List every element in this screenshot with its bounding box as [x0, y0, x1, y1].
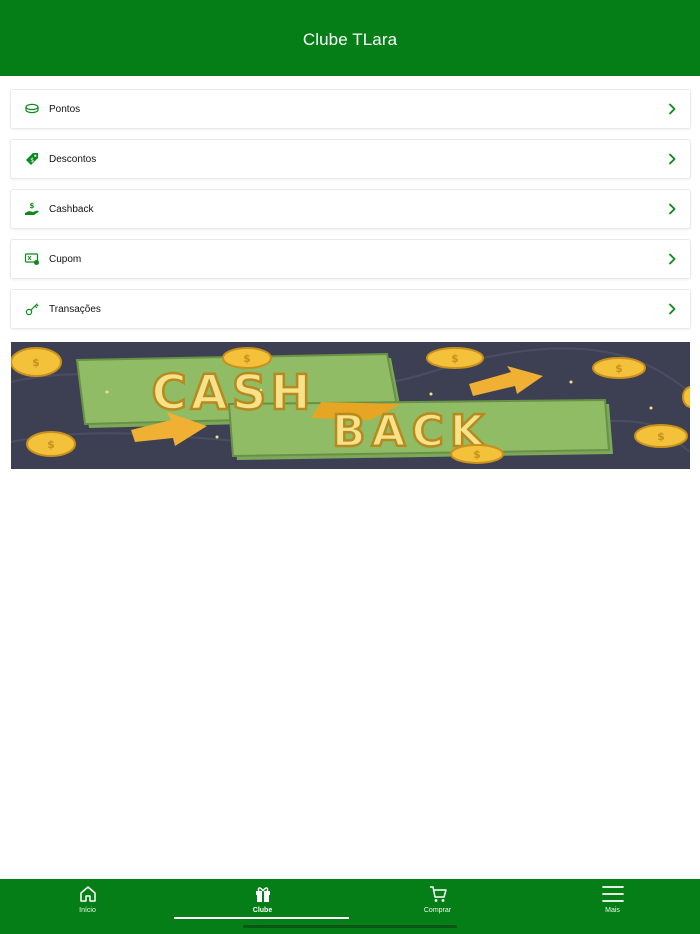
- menu-item-transacoes[interactable]: Transações: [10, 289, 691, 329]
- chevron-right-icon: [669, 303, 676, 315]
- menu-item-cupom[interactable]: Cupom: [10, 239, 691, 279]
- svg-text:$: $: [47, 438, 55, 451]
- svg-text:$: $: [657, 430, 665, 443]
- cashback-banner[interactable]: CASH BACK $ $ $ $ $ $ $: [11, 342, 690, 469]
- coins-icon: [24, 101, 40, 117]
- cashback-hand-icon: $: [24, 201, 40, 217]
- svg-text:$: $: [451, 352, 459, 365]
- tab-mais[interactable]: Mais: [525, 879, 700, 934]
- tab-label: Início: [79, 907, 96, 914]
- tab-label: Mais: [605, 907, 620, 914]
- svg-text:$: $: [243, 352, 251, 365]
- chevron-right-icon: [669, 203, 676, 215]
- active-tab-indicator: [174, 917, 349, 919]
- key-icon: [24, 301, 40, 317]
- discount-tag-icon: $: [24, 151, 40, 167]
- svg-text:$: $: [30, 202, 35, 210]
- svg-text:$: $: [615, 362, 623, 375]
- menu-item-label: Pontos: [49, 103, 81, 115]
- cart-icon: [427, 883, 449, 905]
- svg-text:$: $: [32, 356, 40, 369]
- menu-icon: [601, 883, 624, 905]
- menu-item-label: Transações: [49, 303, 101, 315]
- tab-inicio[interactable]: Início: [0, 879, 175, 934]
- tab-label: Clube: [252, 907, 273, 914]
- chevron-right-icon: [669, 153, 676, 165]
- tab-label: Comprar: [423, 907, 452, 914]
- club-menu: Pontos $ Descontos $ Cashback Cupom Tran…: [10, 89, 691, 339]
- page-title: Clube TLara: [302, 30, 398, 49]
- menu-item-label: Cupom: [49, 253, 82, 265]
- chevron-right-icon: [669, 253, 676, 265]
- home-icon: [77, 883, 99, 905]
- home-indicator: [243, 925, 457, 928]
- menu-item-pontos[interactable]: Pontos: [10, 89, 691, 129]
- menu-item-label: Descontos: [49, 153, 97, 165]
- menu-item-label: Cashback: [49, 203, 94, 215]
- gift-icon: [252, 883, 274, 905]
- menu-item-cashback[interactable]: $ Cashback: [10, 189, 691, 229]
- svg-text:$: $: [30, 157, 34, 164]
- menu-item-descontos[interactable]: $ Descontos: [10, 139, 691, 179]
- app-header: Clube TLara: [0, 0, 700, 76]
- svg-text:$: $: [473, 448, 481, 461]
- chevron-right-icon: [669, 103, 676, 115]
- banner-line-1: CASH: [151, 365, 314, 421]
- coupon-icon: [24, 251, 40, 267]
